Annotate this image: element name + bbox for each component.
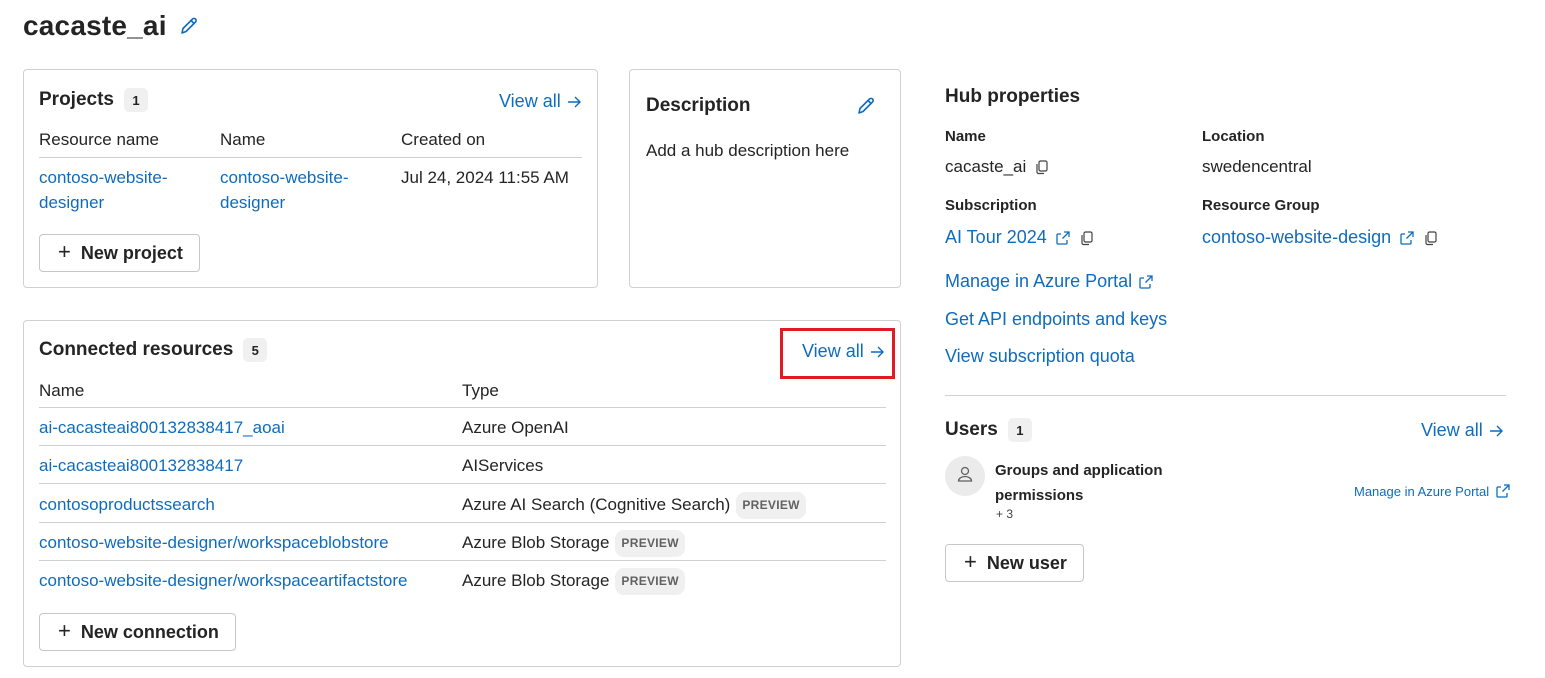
get-api-endpoints-link[interactable]: Get API endpoints and keys [945,309,1167,330]
new-user-button[interactable]: + New user [945,544,1084,582]
projects-title: Projects [39,89,114,110]
hub-properties-title: Hub properties [945,86,1081,107]
preview-badge: PREVIEW [736,492,806,520]
name-value: cacaste_ai [945,157,1050,177]
subscription-value: AI Tour 2024 [945,227,1095,248]
column-header-resource-name: Resource name [39,130,160,149]
location-value: swedencentral [1202,157,1312,177]
page-title: cacaste_ai [23,10,167,41]
group-extra-count: + 3 [996,507,1014,521]
open-external-icon[interactable] [1055,230,1071,246]
resource-name-link[interactable]: contoso-website-designer/workspaceartifa… [39,568,408,593]
open-external-icon[interactable] [1399,230,1415,246]
divider [39,157,582,158]
manage-in-azure-portal-link[interactable]: Manage in Azure Portal [945,271,1154,292]
users-view-all-link[interactable]: View all [1421,420,1504,441]
copy-icon[interactable] [1423,230,1439,246]
resource-type: Azure AI Search (Cognitive Search) [462,495,731,514]
page-header: cacaste_ai [23,10,201,42]
pencil-icon[interactable] [855,95,877,122]
resource-type-cell: Azure AI Search (Cognitive Search) PREVIE… [462,492,806,520]
new-user-label: New user [986,552,1067,573]
open-external-icon [1138,274,1154,290]
resource-type: Azure Blob Storage [462,571,610,590]
column-header-type: Type [462,381,499,400]
connected-resources-title: Connected resources [39,339,234,360]
projects-count-badge: 1 [123,88,148,112]
subscription-link[interactable]: AI Tour 2024 [945,227,1047,248]
new-project-label: New project [80,242,183,263]
description-text[interactable]: Add a hub description here [646,141,849,161]
plus-icon: + [58,618,71,643]
subscription-label: Subscription [945,197,1037,214]
connected-view-all-link[interactable]: View all [802,341,885,362]
resource-type: Azure Blob Storage [462,533,610,552]
preview-badge: PREVIEW [615,568,685,596]
column-header-name: Name [39,381,85,400]
resource-name-link[interactable]: ai-cacasteai800132838417 [39,453,243,478]
project-created-on: Jul 24, 2024 11:55 AM [401,168,569,187]
column-header-name: Name [220,130,266,149]
resource-group-label: Resource Group [1202,197,1320,214]
users-manage-in-azure-portal-link[interactable]: Manage in Azure Portal [1354,483,1511,499]
name-label: Name [945,128,986,145]
arrow-right-icon [869,344,885,360]
projects-card: Projects 1 View all Resource name Name C… [23,69,598,288]
resource-group-value: contoso-website-design [1202,227,1439,248]
plus-icon: + [58,239,71,264]
divider [39,522,886,523]
location-label: Location [1202,128,1265,145]
view-all-label: View all [499,91,561,111]
resource-name-link[interactable]: ai-cacasteai800132838417_aoai [39,415,285,440]
divider [945,395,1506,396]
resource-type: AIServices [462,456,544,475]
avatar [945,456,985,496]
pencil-icon[interactable] [177,14,201,38]
view-all-label: View all [802,341,864,361]
view-subscription-quota-link[interactable]: View subscription quota [945,346,1135,367]
plus-icon: + [964,549,977,574]
connected-resources-header: Connected resources 5 [39,338,268,362]
divider [39,445,886,446]
users-count-badge: 1 [1007,418,1032,442]
description-title: Description [646,95,751,116]
projects-header: Projects 1 [39,88,148,112]
hub-location: swedencentral [1202,157,1312,176]
connected-count-badge: 5 [243,338,268,362]
person-icon [955,464,975,489]
manage-in-azure-portal-label: Manage in Azure Portal [945,271,1133,291]
arrow-right-icon [1488,423,1504,439]
view-all-label: View all [1421,420,1483,440]
resource-type: Azure OpenAI [462,418,569,437]
connected-resources-card: Connected resources 5 View all Name Type… [23,320,901,667]
group-name: Groups and application permissions [995,462,1163,504]
resource-name-link[interactable]: contosoproductssearch [39,492,215,517]
description-card: Description Add a hub description here [629,69,901,288]
resource-type-cell: Azure Blob Storage PREVIEW [462,568,685,596]
projects-view-all-link[interactable]: View all [499,91,582,112]
divider [39,407,886,408]
divider [39,483,886,484]
resource-group-link[interactable]: contoso-website-design [1202,227,1391,248]
hub-name: cacaste_ai [945,157,1027,176]
preview-badge: PREVIEW [615,530,685,558]
manage-portal-label: Manage in Azure Portal [1354,483,1490,499]
new-connection-label: New connection [80,621,219,642]
open-external-icon [1495,483,1511,499]
new-project-button[interactable]: + New project [39,234,200,272]
project-name-link[interactable]: contoso-website-designer [220,165,370,215]
column-header-created-on: Created on [401,130,486,149]
project-resource-name-link[interactable]: contoso-website-designer [39,165,189,215]
resource-name-link[interactable]: contoso-website-designer/workspaceblobst… [39,530,389,555]
users-title: Users [945,419,998,440]
arrow-right-icon [566,94,582,110]
copy-icon[interactable] [1034,159,1050,175]
users-header: Users 1 [945,418,1032,442]
new-connection-button[interactable]: + New connection [39,613,236,651]
divider [39,560,886,561]
resource-type-cell: Azure Blob Storage PREVIEW [462,530,685,558]
copy-icon[interactable] [1079,230,1095,246]
